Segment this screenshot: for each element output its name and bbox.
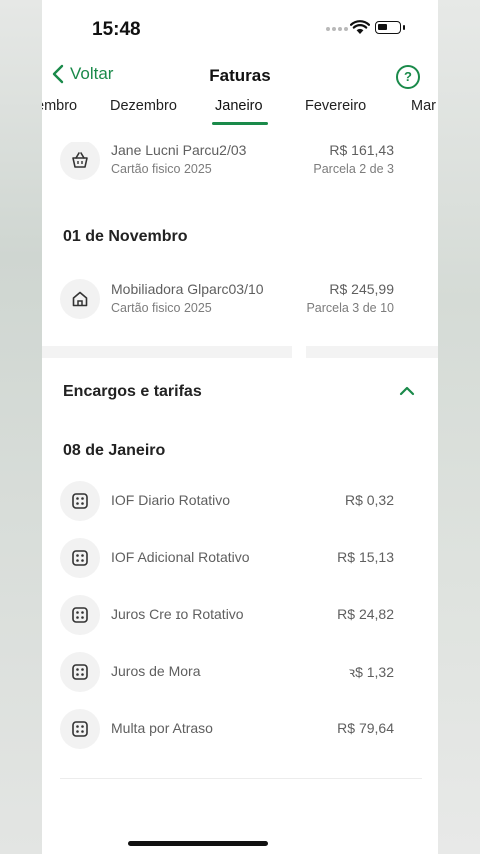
charge-row[interactable]: Juros de Mora ꝛ$ 1,32 <box>42 648 438 698</box>
help-icon[interactable]: ? <box>396 65 420 89</box>
cellular-signal-icon <box>326 27 348 31</box>
tab-fevereiro[interactable]: Fevereiro <box>305 98 366 114</box>
transaction-name: Mobiliadora Glparc03/10 <box>111 281 264 297</box>
charge-amount: ꝛ$ 1,32 <box>348 664 394 680</box>
list-divider <box>60 778 422 779</box>
transaction-amount: R$ 245,99 <box>329 281 394 297</box>
charge-row[interactable]: IOF Diario Rotativo R$ 0,32 <box>42 477 438 527</box>
fee-dots-icon <box>60 595 100 635</box>
tab-janeiro[interactable]: Janeiro <box>215 98 263 114</box>
charge-name: IOF Adicional Rotativo <box>111 549 250 565</box>
installment-label: Parcela 3 de 10 <box>306 301 394 315</box>
tab-marco[interactable]: Mar <box>411 98 436 114</box>
home-indicator <box>128 841 268 846</box>
background-left <box>0 0 42 854</box>
charge-row[interactable]: IOF Adicional Rotativo R$ 15,13 <box>42 534 438 584</box>
fee-dots-icon <box>60 709 100 749</box>
tab-novembro[interactable]: embro <box>42 98 77 114</box>
scroll-mask <box>42 126 438 142</box>
battery-icon <box>375 21 405 34</box>
chevron-up-icon[interactable] <box>399 385 415 397</box>
page-title: Faturas <box>209 66 271 85</box>
transaction-row[interactable]: Jane Lucni Parcu2/03 Cartão fisico 2025 … <box>42 136 438 186</box>
wifi-icon <box>350 20 370 34</box>
transaction-amount: R$ 161,43 <box>329 142 394 158</box>
status-time: 15:48 <box>92 19 141 40</box>
installment-label: Parcela 2 de 3 <box>313 162 394 176</box>
transaction-name: Jane Lucni Parcu2/03 <box>111 142 247 158</box>
app-screen: 15:48 Voltar Faturas ? embro Dezembro Ja… <box>42 0 438 854</box>
charge-row[interactable]: Multa por Atraso R$ 79,64 <box>42 705 438 755</box>
status-bar: 15:48 <box>42 0 438 60</box>
background-right <box>438 0 480 854</box>
charge-name: Juros Cre ɪo Rotativo <box>111 606 244 622</box>
charge-amount: R$ 79,64 <box>337 720 394 736</box>
charge-name: Juros de Mora <box>111 663 201 679</box>
section-divider <box>42 346 438 358</box>
home-icon <box>60 279 100 319</box>
section-title[interactable]: Encargos e tarifas <box>63 383 202 401</box>
charge-name: Multa por Atraso <box>111 720 213 736</box>
date-header: 01 de Novembro <box>63 228 188 245</box>
charge-amount: R$ 24,82 <box>337 606 394 622</box>
fee-dots-icon <box>60 652 100 692</box>
basket-icon <box>60 140 100 180</box>
card-label: Cartão fisico 2025 <box>111 162 212 176</box>
date-header: 08 de Janeiro <box>63 442 166 459</box>
month-tabs: embro Dezembro Janeiro Fevereiro Mar <box>42 94 438 126</box>
nav-bar: Voltar Faturas ? <box>42 60 438 94</box>
charge-amount: R$ 15,13 <box>337 549 394 565</box>
fee-dots-icon <box>60 481 100 521</box>
card-label: Cartão fisico 2025 <box>111 301 212 315</box>
charge-name: IOF Diario Rotativo <box>111 492 231 508</box>
active-tab-indicator <box>212 122 268 125</box>
tab-dezembro[interactable]: Dezembro <box>110 98 177 114</box>
charge-amount: R$ 0,32 <box>344 492 394 508</box>
transaction-row[interactable]: Mobiliadora Glparc03/10 Cartão fisico 20… <box>42 275 438 325</box>
charge-row[interactable]: Juros Cre ɪo Rotativo R$ 24,82 <box>42 591 438 641</box>
fee-dots-icon <box>60 538 100 578</box>
